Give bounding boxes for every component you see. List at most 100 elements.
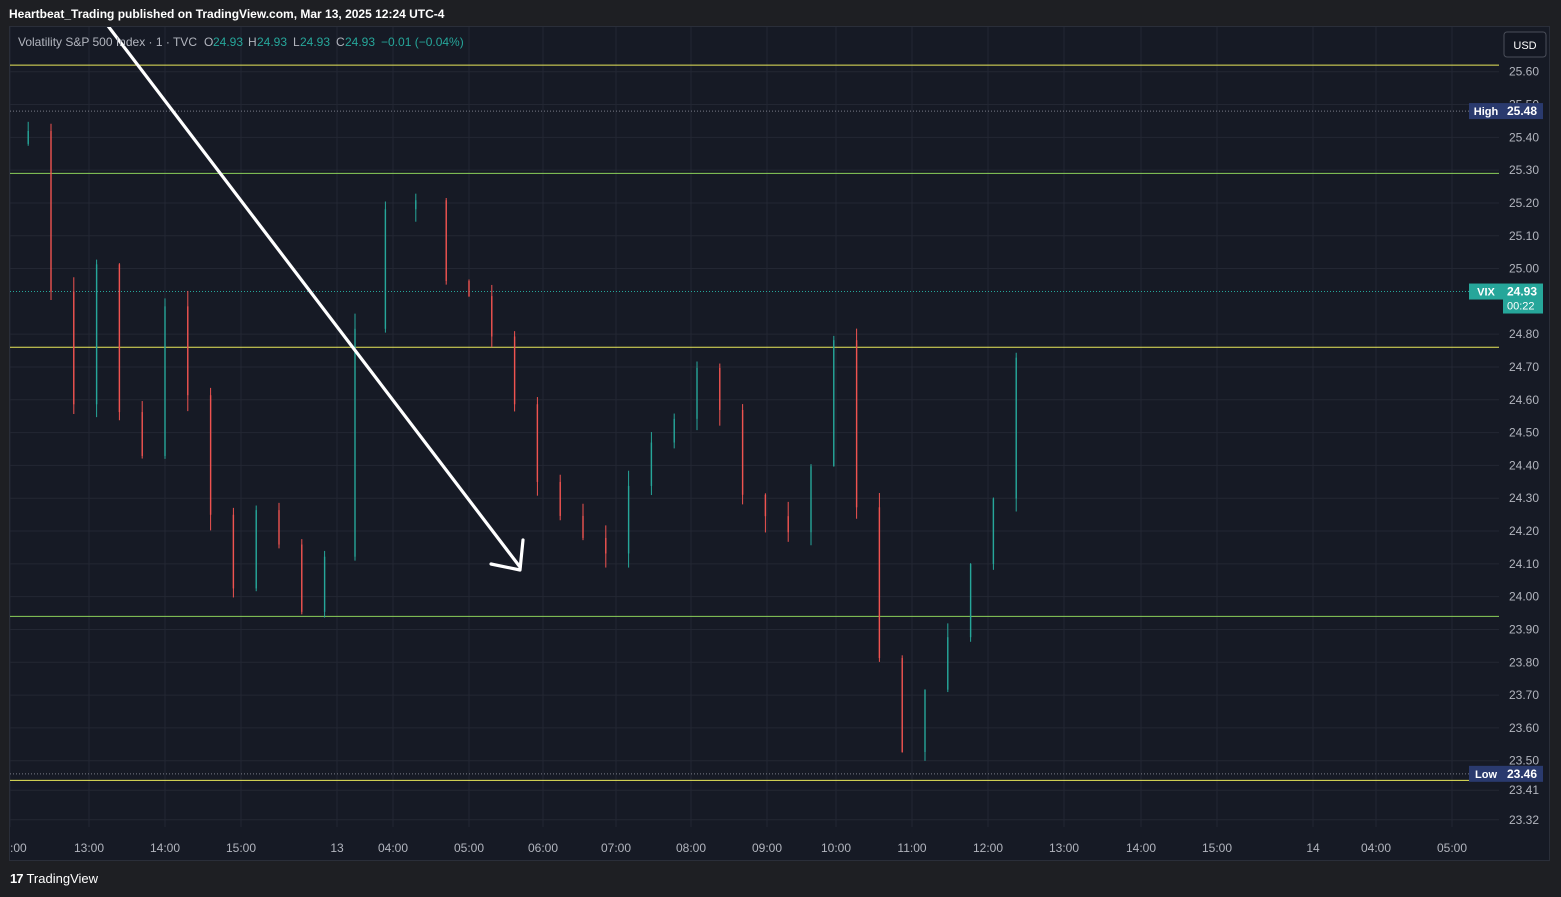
candle [559, 474, 561, 521]
y-tick-label: 24.60 [1509, 393, 1539, 407]
y-tick-label: 24.30 [1509, 491, 1539, 505]
currency-label: USD [1513, 40, 1536, 52]
x-tick-label: 06:00 [528, 841, 558, 855]
svg-text:Low: Low [1475, 769, 1497, 781]
legend-high-label: H [248, 35, 257, 49]
arrow-annotation[interactable] [105, 27, 525, 572]
footer-brand-label: TradingView [26, 871, 99, 886]
candle [719, 363, 721, 426]
legend-symbol: Volatility S&P 500 Index · 1 · TVC [18, 35, 197, 49]
y-tick-label: 24.00 [1509, 590, 1539, 604]
legend-close-value: 24.93 [345, 35, 375, 49]
svg-text:24.93: 24.93 [1507, 285, 1537, 299]
candle [810, 464, 812, 546]
candle [491, 284, 493, 348]
candle [187, 290, 189, 412]
x-tick-label: 13:00 [1049, 841, 1079, 855]
candle [73, 277, 75, 414]
candle [278, 502, 280, 549]
legend-change: −0.01 (−0.04%) [381, 35, 464, 49]
y-tick-label: 24.50 [1509, 426, 1539, 440]
candle [445, 198, 447, 285]
candle [513, 331, 516, 412]
candle [992, 497, 995, 570]
symbol-legend[interactable]: Volatility S&P 500 Index · 1 · TVC O 24.… [18, 35, 464, 49]
x-tick-label: 14:00 [1126, 841, 1156, 855]
legend-close-label: C [336, 35, 345, 49]
legend-open-value: 24.93 [213, 35, 243, 49]
candle [741, 404, 744, 505]
y-tick-label: 23.41 [1509, 783, 1539, 797]
candle [764, 493, 767, 533]
y-tick-label: 25.00 [1509, 262, 1539, 276]
candle [969, 563, 972, 642]
x-tick-label: 15:00 [226, 841, 256, 855]
svg-text:23.46: 23.46 [1507, 767, 1537, 781]
candle [924, 689, 926, 761]
legend-high-value: 24.93 [257, 35, 287, 49]
y-tick-label: 23.32 [1509, 813, 1539, 827]
y-tick-label: 23.50 [1509, 754, 1539, 768]
candle [255, 505, 257, 592]
footer-brand[interactable]: 17 TradingView [10, 871, 98, 886]
y-tick-label: 23.60 [1509, 721, 1539, 735]
candle [384, 201, 387, 333]
x-tick-label: 15:00 [1202, 841, 1232, 855]
y-tick-label: 24.20 [1509, 524, 1539, 538]
svg-text:VIX: VIX [1477, 287, 1495, 299]
chart-pane[interactable]: 25.6025.5025.4025.3025.2025.1025.0024.80… [9, 26, 1550, 861]
price-axis[interactable]: 25.6025.5025.4025.3025.2025.1025.0024.80… [1509, 65, 1539, 827]
svg-text:00:22: 00:22 [1507, 301, 1535, 313]
time-axis[interactable]: :00 13:00 14:00 15:00 13 04:00 05:00 06:00 07:00… [10, 841, 1467, 855]
x-tick-label: 13 [330, 841, 344, 855]
candle [118, 263, 121, 421]
legend-open-label: O [204, 35, 213, 49]
y-tick-label: 24.80 [1509, 327, 1539, 341]
svg-text:25.48: 25.48 [1507, 104, 1537, 118]
candle [787, 501, 789, 542]
candle [301, 539, 303, 615]
y-tick-label: 23.90 [1509, 622, 1539, 636]
x-tick-label: 13:00 [74, 841, 104, 855]
x-tick-label: :00 [10, 841, 27, 855]
x-tick-label: 09:00 [752, 841, 782, 855]
candle [415, 193, 417, 222]
horizontal-levels[interactable] [10, 64, 1499, 781]
candle [627, 470, 630, 568]
candle [323, 550, 326, 618]
y-tick-label: 24.70 [1509, 360, 1539, 374]
candle [27, 121, 29, 146]
candle [50, 123, 52, 300]
y-tick-label: 25.40 [1509, 130, 1539, 144]
x-tick-label: 10:00 [821, 841, 851, 855]
candle [673, 413, 675, 449]
y-tick-label: 23.70 [1509, 688, 1539, 702]
last-price-badge: VIX 24.93 00:22 [1469, 283, 1543, 314]
candles [27, 121, 1017, 761]
candle [901, 655, 903, 753]
svg-text:High: High [1474, 106, 1499, 118]
y-tick-label: 24.10 [1509, 557, 1539, 571]
x-tick-label: 05:00 [1437, 841, 1467, 855]
candle [95, 259, 98, 418]
candle [164, 298, 166, 459]
candle [696, 361, 698, 431]
grid-lines [10, 27, 1499, 827]
y-tick-label: 25.10 [1509, 229, 1539, 243]
candlestick-chart[interactable]: 25.6025.5025.4025.3025.2025.1025.0024.80… [10, 27, 1549, 860]
tradingview-logo-icon: 17 [10, 871, 24, 886]
candle [536, 397, 539, 496]
candle [582, 503, 584, 541]
high-badge: High 25.48 [1469, 103, 1543, 120]
y-tick-label: 25.30 [1509, 163, 1539, 177]
candle [650, 432, 653, 496]
x-tick-label: 04:00 [1361, 841, 1391, 855]
x-tick-label: 11:00 [897, 841, 926, 855]
x-tick-label: 14 [1306, 841, 1320, 855]
currency-button[interactable]: USD [1503, 31, 1547, 58]
y-tick-label: 24.40 [1509, 458, 1539, 472]
candle [878, 493, 881, 662]
legend-low-value: 24.93 [300, 35, 330, 49]
candle [855, 328, 858, 519]
candle [141, 401, 143, 459]
